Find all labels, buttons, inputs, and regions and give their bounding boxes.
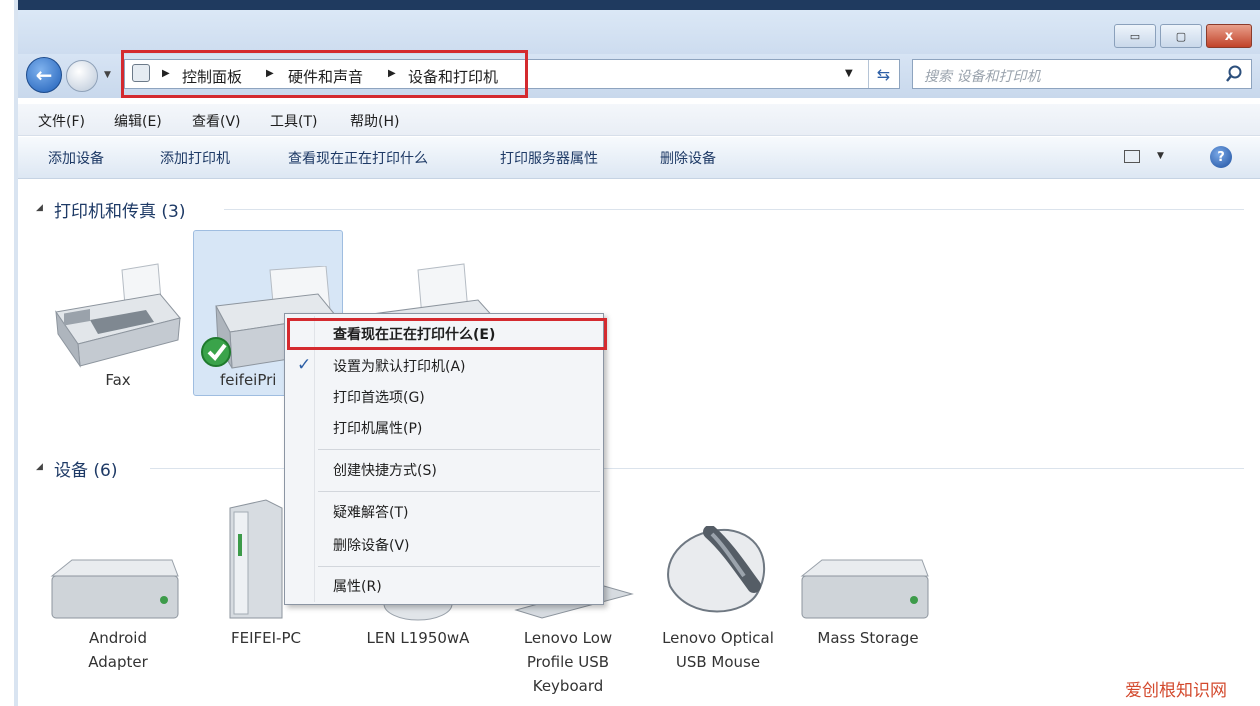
drive-icon[interactable]: [48, 554, 182, 624]
menu-separator: [318, 566, 600, 567]
menu-file[interactable]: 文件(F): [38, 111, 85, 131]
window-frame-top: [14, 0, 1260, 10]
close-icon: x: [1224, 28, 1234, 44]
printers-group-header[interactable]: 打印机和传真 (3): [54, 197, 185, 222]
menu-item-remove-device[interactable]: 删除设备(V): [333, 535, 410, 555]
remove-device-button[interactable]: 删除设备: [660, 148, 716, 168]
maximize-icon: ▢: [1175, 29, 1187, 43]
menu-view[interactable]: 查看(V): [192, 111, 241, 131]
collapse-triangle-icon[interactable]: ◢: [36, 203, 43, 213]
help-icon[interactable]: ?: [1210, 146, 1232, 168]
menu-item-troubleshoot[interactable]: 疑难解答(T): [333, 502, 408, 522]
device-label: Android Adapter: [58, 626, 178, 674]
device-label-line: Lenovo Low: [523, 629, 613, 647]
refresh-icon: ⇆: [876, 64, 891, 84]
minimize-icon: ▭: [1129, 29, 1141, 43]
search-icon[interactable]: [1226, 64, 1246, 84]
menu-item-properties[interactable]: 属性(R): [333, 576, 382, 596]
device-label-line: Profile USB: [526, 653, 610, 671]
menu-item-printer-properties[interactable]: 打印机属性(P): [333, 418, 422, 438]
menu-help[interactable]: 帮助(H): [350, 111, 399, 131]
device-label-line: Android: [89, 629, 147, 647]
watermark: 爱创根知识网: [1125, 681, 1227, 701]
device-label-line: Keyboard: [532, 677, 604, 695]
add-device-button[interactable]: 添加设备: [48, 148, 104, 168]
address-highlight-box: [121, 50, 528, 98]
print-server-properties-button[interactable]: 打印服务器属性: [500, 148, 598, 168]
close-button[interactable]: x: [1206, 24, 1252, 48]
arrow-left-icon: ←: [35, 63, 53, 87]
device-label: Lenovo Low Profile USB Keyboard: [502, 626, 634, 698]
drive-icon[interactable]: [798, 554, 932, 624]
device-label-line: Adapter: [88, 653, 148, 671]
devices-group-header[interactable]: 设备 (6): [54, 456, 117, 481]
device-label: FEIFEI-PC: [231, 629, 301, 647]
view-dropdown-icon[interactable]: ▼: [1157, 151, 1164, 161]
mouse-icon[interactable]: [650, 526, 774, 622]
refresh-button[interactable]: ⇆: [868, 60, 898, 88]
device-label-line: Lenovo Optical: [662, 629, 774, 647]
address-dropdown-icon[interactable]: ▼: [845, 68, 853, 79]
see-whats-printing-button[interactable]: 查看现在正在打印什么: [288, 148, 428, 168]
device-label-line: USB Mouse: [675, 653, 761, 671]
menu-highlight-box: [287, 318, 607, 350]
minimize-button[interactable]: ▭: [1114, 24, 1156, 48]
back-button[interactable]: ←: [26, 57, 62, 93]
menu-item-set-default-printer[interactable]: 设置为默认打印机(A): [333, 356, 466, 376]
device-label: LEN L1950wA: [366, 629, 470, 647]
forward-button[interactable]: [66, 60, 98, 92]
context-menu-gutter: [314, 316, 315, 602]
collapse-triangle-icon[interactable]: ◢: [36, 462, 43, 472]
add-printer-button[interactable]: 添加打印机: [160, 148, 230, 168]
menu-edit[interactable]: 编辑(E): [114, 111, 162, 131]
change-view-icon[interactable]: [1124, 150, 1140, 163]
search-placeholder: 搜索 设备和打印机: [924, 69, 1041, 85]
menu-item-create-shortcut[interactable]: 创建快捷方式(S): [333, 460, 437, 480]
device-label: Mass Storage: [817, 629, 919, 647]
group-divider: [224, 209, 1244, 210]
printer-label: Fax: [105, 371, 131, 389]
recent-pages-dropdown-icon[interactable]: ▼: [104, 70, 111, 80]
menu-separator: [318, 491, 600, 492]
maximize-button[interactable]: ▢: [1160, 24, 1202, 48]
title-bar: [18, 10, 1260, 54]
printer-label: feifeiPri: [220, 371, 277, 389]
computer-icon[interactable]: [226, 498, 286, 622]
checkmark-icon: ✓: [297, 355, 312, 375]
menu-tools[interactable]: 工具(T): [270, 111, 317, 131]
fax-icon[interactable]: [50, 262, 184, 372]
menu-item-printing-preferences[interactable]: 打印首选项(G): [333, 387, 425, 407]
device-label: Lenovo Optical USB Mouse: [648, 626, 788, 674]
menu-separator: [318, 449, 600, 450]
